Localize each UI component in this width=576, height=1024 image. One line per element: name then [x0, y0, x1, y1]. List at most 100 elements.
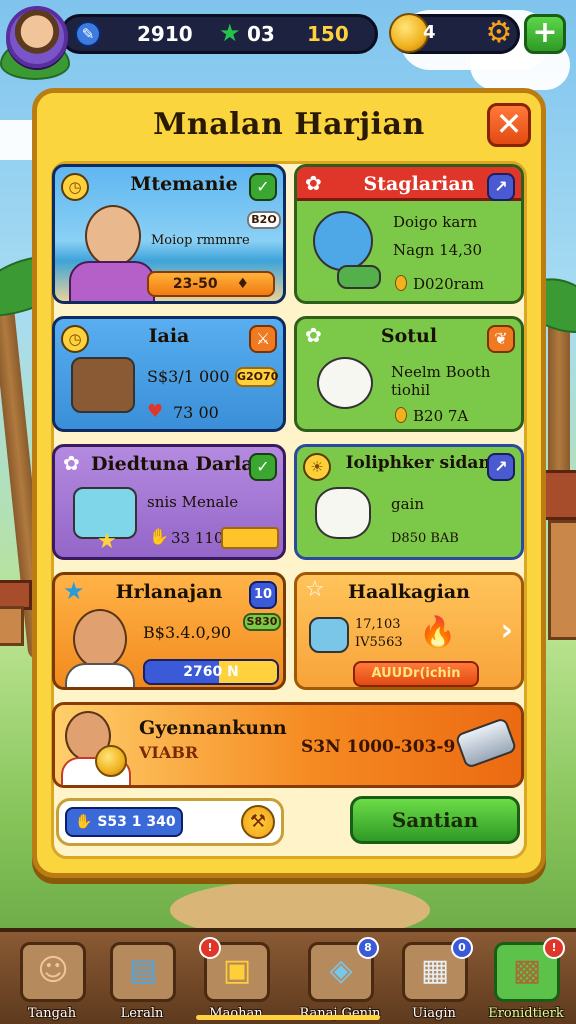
- card-tag: B2O: [247, 211, 281, 229]
- card-line: Moiop rmmnre: [151, 233, 250, 248]
- card-line: 17,103: [355, 617, 401, 632]
- card-item-6[interactable]: ☀ Ioliphker sidam ↗ gain D850 BAB: [294, 444, 524, 560]
- star-icon: ★: [219, 19, 241, 47]
- card-item-4[interactable]: ✿ Sotul ❦ Neelm Booth tiohil B20 7A: [294, 316, 524, 432]
- card-line: S$3/1 000: [147, 367, 230, 386]
- robot-pot-art: [313, 211, 373, 271]
- card-line: tiohil: [391, 381, 431, 399]
- crate-art: [337, 265, 381, 289]
- arrow-icon: ↗: [487, 453, 515, 481]
- bottom-nav: ☺ Tangah ▤ Leraln ▣ ! Maohan ◈ 8 Ranaj G…: [0, 928, 576, 1024]
- notification-badge: 8: [357, 937, 379, 959]
- card-banner-9[interactable]: Gyennankunn VIABR S3N 1000-303-9: [52, 702, 524, 788]
- crate-icon: ▩: [512, 953, 542, 988]
- pearl-art: [317, 357, 373, 409]
- close-button[interactable]: ✕: [487, 103, 531, 147]
- character-portrait: [73, 609, 127, 669]
- character-body: [69, 261, 155, 301]
- card-tag: G2O70: [235, 367, 278, 387]
- gems-count: 2910: [137, 22, 193, 46]
- heart-icon: ♥: [147, 401, 164, 422]
- player-avatar[interactable]: [6, 6, 68, 68]
- card-line: D020ram: [413, 275, 484, 293]
- leaf-icon: ❦: [487, 325, 515, 353]
- banner-subtitle: VIABR: [139, 743, 199, 762]
- card-price-pill[interactable]: 23-50 ♦: [147, 271, 275, 297]
- balance-pill: ✋ S53 1 340: [65, 807, 183, 837]
- nav-item-maohan[interactable]: ▣ !: [199, 937, 270, 1002]
- treasure-icon: ▣: [222, 953, 252, 988]
- nav-item-ranaj-genin[interactable]: ◈ 8: [308, 937, 379, 1002]
- coin-small-icon: [395, 407, 407, 423]
- character-icon: ☺: [37, 953, 69, 988]
- card-item-2[interactable]: ✿ Staglarian ↗ Doigo karn Nagn 14,30 D02…: [294, 164, 524, 304]
- fire-icon: 🔥: [419, 615, 457, 650]
- nav-item-eronidtierk[interactable]: ▩ !: [494, 937, 565, 1002]
- map-icon: ◈: [329, 953, 353, 988]
- coin-small-icon: [395, 275, 407, 291]
- nav-label: Tangah: [27, 1006, 77, 1021]
- banner-value: S3N 1000-303-9: [301, 737, 456, 757]
- panel-title: Mnalan Harjian: [153, 107, 425, 142]
- coin-bar: 4 ⚙: [389, 13, 520, 54]
- card-line: IV5563: [355, 635, 403, 650]
- box-icon: ▦: [420, 953, 450, 988]
- notification-badge: 0: [451, 937, 473, 959]
- sword-icon: ⚔: [249, 325, 277, 353]
- gem-icon: ✎: [75, 21, 101, 47]
- card-line: gain: [391, 495, 425, 513]
- map-art: [309, 617, 349, 653]
- nav-item-tangah[interactable]: ☺: [20, 942, 86, 1002]
- battery-can-art: [454, 716, 518, 770]
- gear-icon[interactable]: ⚙: [483, 17, 515, 49]
- card-item-5[interactable]: ✿ Diedtuna Darlag ✓ ★ snis Menale ✋ 33 1…: [52, 444, 286, 560]
- card-character-1[interactable]: ◷ Mtemanie ✓ Moiop rmmnre B2O 23-50 ♦: [52, 164, 286, 304]
- primary-action-button[interactable]: Santian: [350, 796, 520, 844]
- claim-button[interactable]: AUUDr(ichin: [353, 661, 479, 687]
- check-icon: ✓: [249, 173, 277, 201]
- top-hud: ✎ 2910 ★ 03 150 4 ⚙ +: [4, 6, 572, 68]
- card-line: snis Menale: [147, 493, 239, 511]
- thumbs-icon: ✋: [75, 814, 93, 830]
- cooking-pot-art: [315, 487, 371, 539]
- diamond-icon: ♦: [236, 276, 250, 292]
- notification-badge: !: [199, 937, 221, 959]
- chevron-right-icon[interactable]: ›: [501, 613, 513, 648]
- star-small-icon: ★: [97, 529, 117, 554]
- card-tag: S830: [243, 613, 281, 631]
- progress-pill: 2760 N: [143, 659, 279, 685]
- coins-count: 4: [423, 22, 436, 43]
- nav-label: Leraln: [120, 1006, 164, 1021]
- card-line: Nagn 14,30: [393, 241, 483, 259]
- refresh-button[interactable]: ⚒: [241, 805, 275, 839]
- balance-box: ✋ S53 1 340 ⚒: [56, 798, 284, 846]
- notification-badge: !: [543, 937, 565, 959]
- banner-title: Gyennankunn: [139, 717, 287, 739]
- primary-action-label: Santian: [391, 808, 479, 832]
- hand-icon: ✋: [149, 527, 169, 546]
- nav-item-leraln[interactable]: ▤: [110, 942, 176, 1002]
- character-body: [65, 663, 135, 687]
- level-badge: 10: [249, 581, 277, 609]
- treasure-chest-art: [71, 357, 135, 413]
- card-line: 73 00: [173, 403, 219, 422]
- card-character-7[interactable]: ★ Hrlanajan 10 B$3.4.0,90 S830 2760 N: [52, 572, 286, 690]
- card-item-8[interactable]: ☆ Haalkagian 17,103 IV5563 🔥 › AUUDr(ich…: [294, 572, 524, 690]
- card-line: Neelm Booth: [391, 363, 491, 381]
- add-currency-button[interactable]: +: [524, 14, 566, 54]
- level-count: 150: [307, 22, 349, 46]
- card-line: Doigo karn: [393, 213, 478, 231]
- card-line: B20 7A: [413, 407, 469, 425]
- character-portrait: [85, 205, 141, 267]
- progress-value: 2760 N: [183, 664, 239, 680]
- nav-item-uiagin[interactable]: ▦ 0: [402, 937, 473, 1002]
- coin-stack-icon: [95, 745, 127, 777]
- nav-label: Uiagin: [412, 1006, 456, 1021]
- check-icon: ✓: [249, 453, 277, 481]
- card-line: B$3.4.0,90: [143, 623, 232, 642]
- card-item-3[interactable]: ◷ Iaia ⚔ S$3/1 000 G2O70 ♥ 73 00: [52, 316, 286, 432]
- card-line: D850 BAB: [391, 531, 459, 546]
- book-icon: ▤: [128, 953, 158, 988]
- card-title: Haalkagian: [348, 581, 470, 603]
- progress-bar: [221, 527, 279, 549]
